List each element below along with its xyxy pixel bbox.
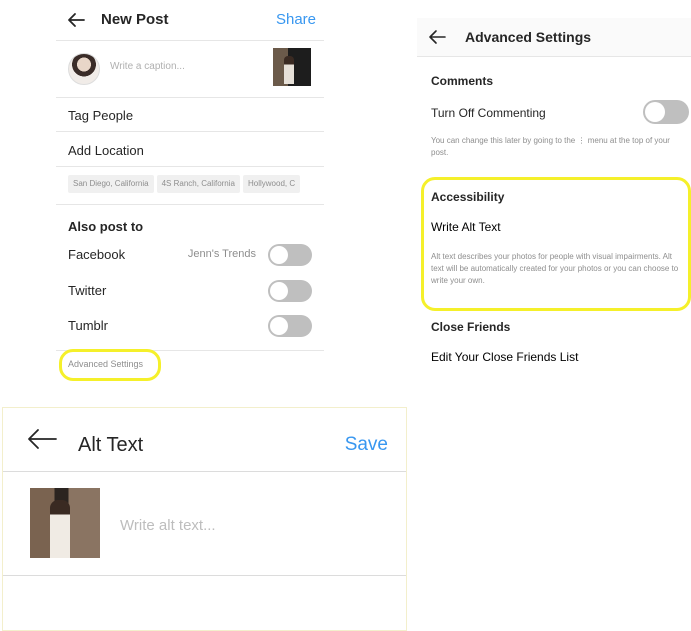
comments-help-text: You can change this later by going to th…	[431, 136, 670, 157]
advanced-settings-screen: Advanced Settings Comments Turn Off Comm…	[417, 18, 691, 373]
twitter-toggle[interactable]	[268, 280, 312, 302]
tumblr-toggle[interactable]	[268, 315, 312, 337]
comments-heading: Comments	[431, 74, 494, 88]
edit-close-friends-link[interactable]: Edit Your Close Friends List	[431, 350, 578, 364]
advanced-header: Advanced Settings	[417, 18, 691, 57]
alt-text-header: Alt Text Save	[3, 408, 406, 472]
turn-off-commenting-label: Turn Off Commenting	[431, 106, 546, 120]
back-arrow-icon[interactable]	[25, 424, 59, 454]
location-chip[interactable]: Hollywood, C	[242, 175, 301, 193]
photo-thumbnail	[30, 488, 100, 558]
facebook-row: Facebook Jenn's Trends	[56, 240, 324, 270]
also-post-to-heading: Also post to	[68, 219, 144, 234]
divider	[56, 204, 324, 205]
alt-text-help: Alt text describes your photos for peopl…	[431, 252, 679, 285]
back-arrow-icon[interactable]	[425, 25, 449, 49]
share-button[interactable]: Share	[276, 11, 316, 28]
location-chip[interactable]: San Diego, California	[68, 175, 154, 193]
add-location-row[interactable]: Add Location	[56, 133, 324, 167]
tumblr-label: Tumblr	[68, 318, 108, 333]
tumblr-row: Tumblr	[56, 311, 324, 341]
twitter-label: Twitter	[68, 283, 107, 298]
accessibility-heading: Accessibility	[431, 190, 505, 204]
location-chip[interactable]: 4S Ranch, California	[156, 175, 240, 193]
toggle-knob	[645, 102, 665, 122]
alt-text-screen: Alt Text Save	[2, 407, 407, 631]
alt-text-row	[3, 472, 406, 576]
add-location-label: Add Location	[68, 143, 144, 158]
back-arrow-icon[interactable]	[64, 8, 88, 32]
location-suggestions: San Diego, California 4S Ranch, Californi…	[68, 173, 324, 193]
turn-off-commenting-toggle[interactable]	[643, 100, 689, 124]
save-button[interactable]: Save	[345, 434, 388, 456]
facebook-account-name: Jenn's Trends	[187, 248, 256, 260]
new-post-header: New Post Share	[56, 0, 324, 41]
tag-people-label: Tag People	[68, 108, 134, 123]
toggle-knob	[270, 317, 288, 335]
new-post-screen: New Post Share Tag People Add Location S…	[56, 0, 324, 390]
caption-input[interactable]	[108, 60, 262, 73]
alt-text-input[interactable]	[118, 516, 382, 535]
caption-row	[56, 41, 324, 98]
page-title: Advanced Settings	[465, 29, 592, 45]
write-alt-text-link[interactable]: Write Alt Text	[431, 220, 501, 234]
facebook-toggle[interactable]	[268, 244, 312, 266]
divider	[56, 350, 324, 351]
avatar	[68, 53, 100, 85]
page-title: New Post	[101, 11, 169, 28]
facebook-label: Facebook	[68, 247, 126, 262]
tag-people-row[interactable]: Tag People	[56, 98, 324, 132]
page-title: Alt Text	[78, 434, 144, 456]
toggle-knob	[270, 246, 288, 264]
close-friends-heading: Close Friends	[431, 320, 511, 334]
advanced-settings-link[interactable]: Advanced Settings	[68, 359, 143, 369]
toggle-knob	[270, 282, 288, 300]
post-thumbnail	[273, 48, 311, 86]
twitter-row: Twitter	[56, 276, 324, 306]
